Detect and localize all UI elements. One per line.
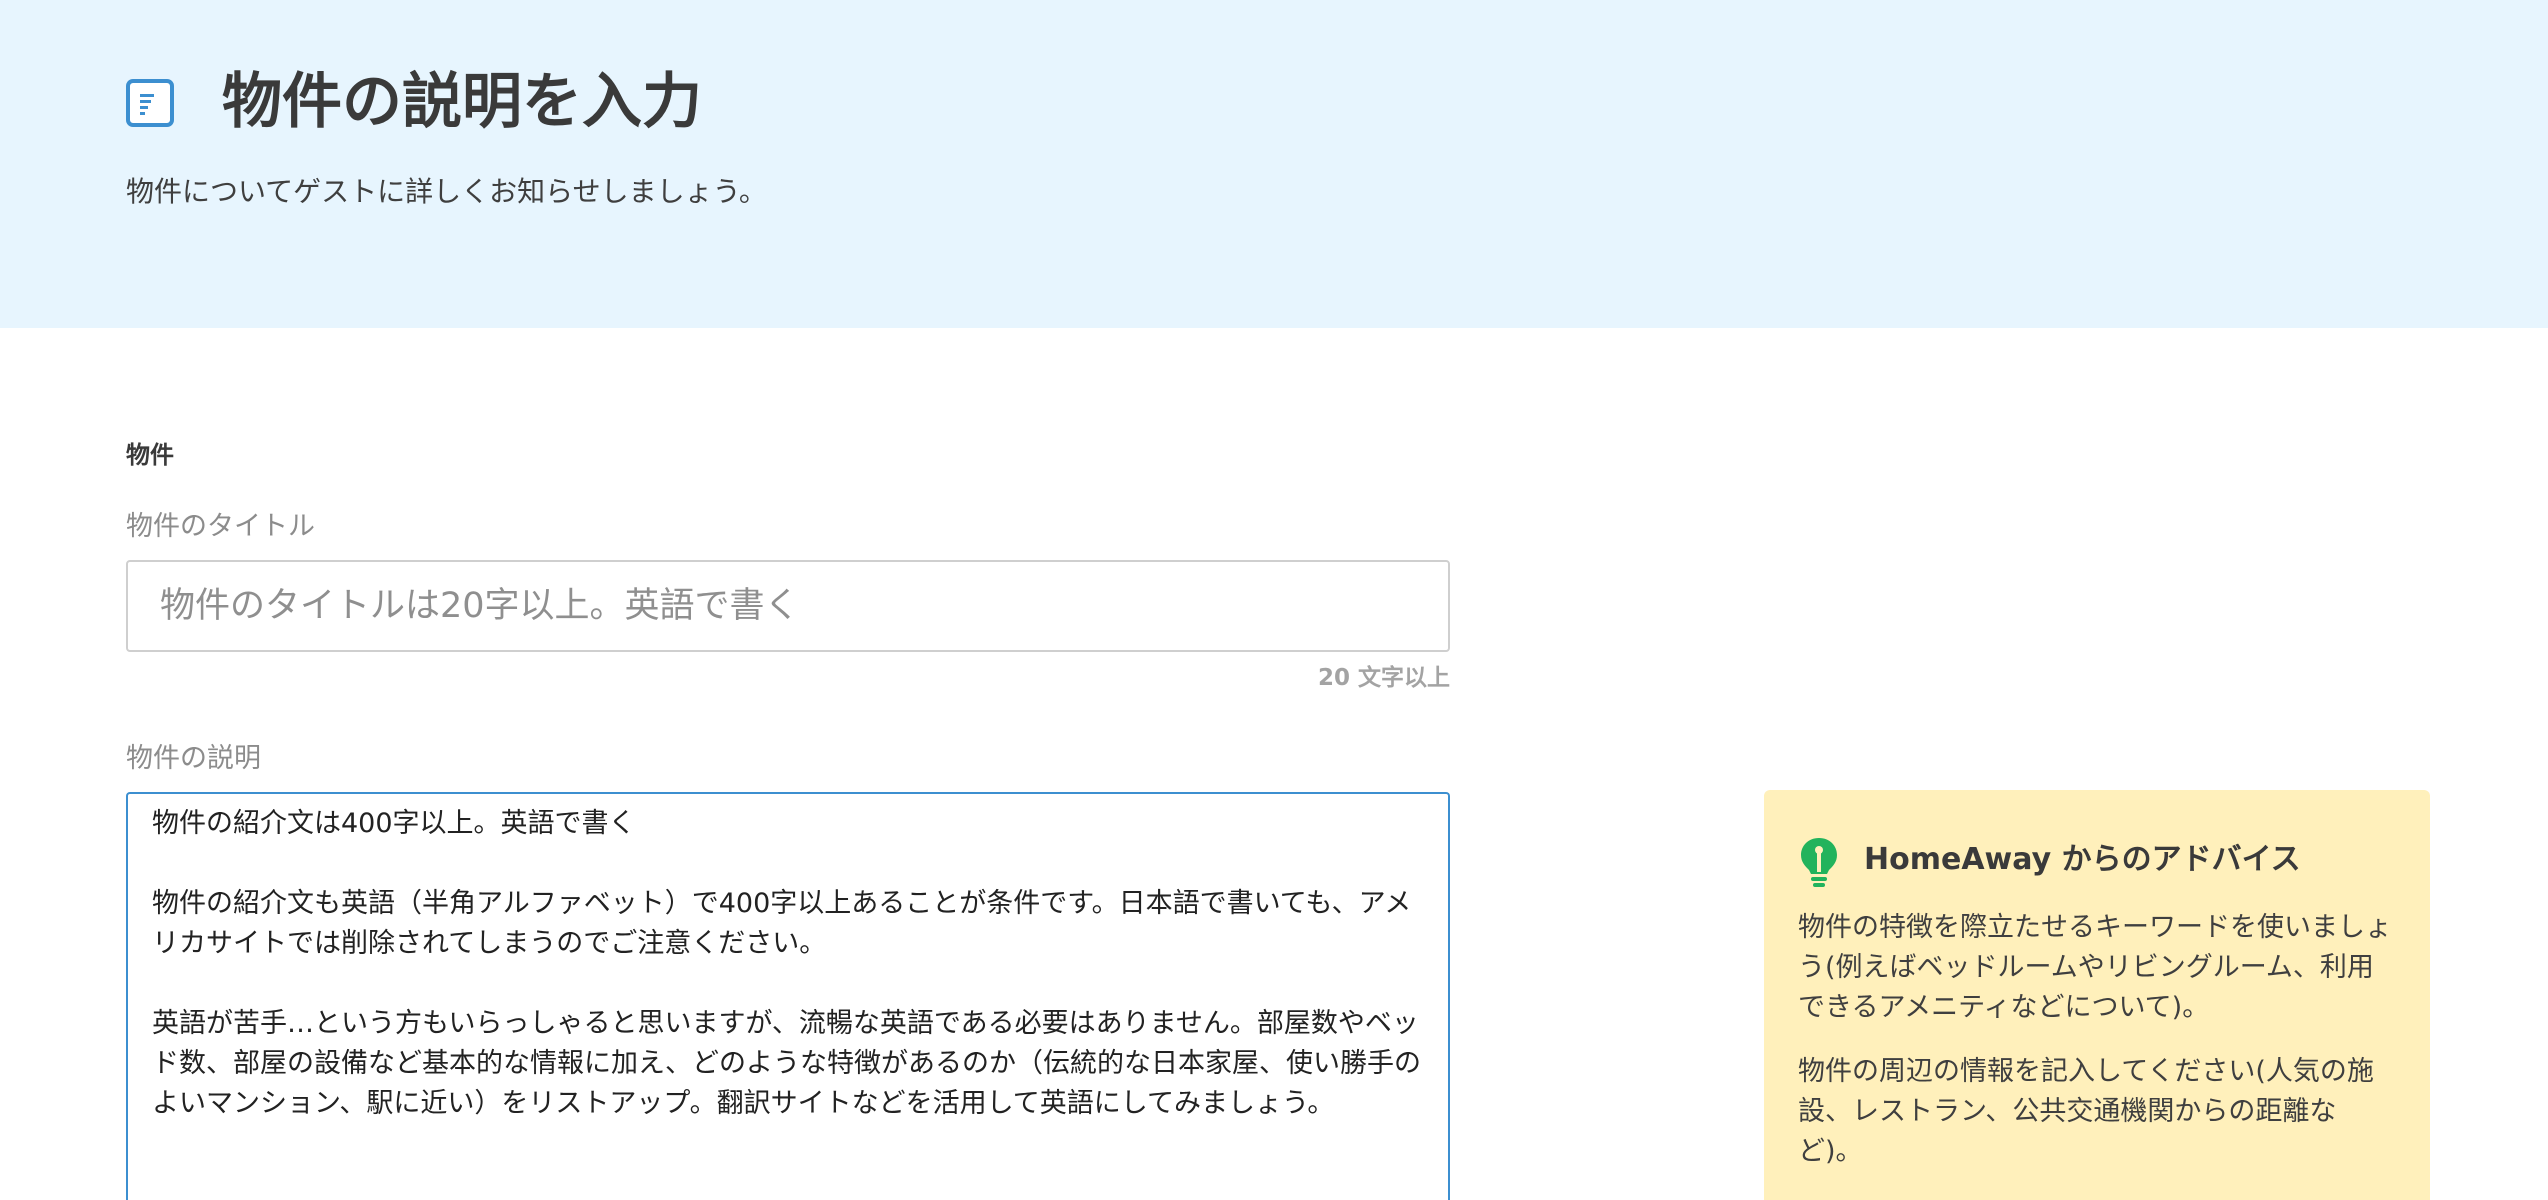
property-title-input[interactable] [126,560,1450,652]
title-field-label: 物件のタイトル [126,511,315,542]
advice-panel: HomeAway からのアドバイス 物件の特徴を際立たせるキーワードを使いましょ… [1764,790,2430,1200]
title-char-hint: 20 文字以上 [1317,665,1450,691]
property-description-textarea[interactable]: 物件の紹介文は400字以上。英語で書く 物件の紹介文も英語（半角アルファベット）… [126,792,1450,1200]
description-paragraph: 英語が苦手…という方もいらっしゃると思いますが、流暢な英語である必要はありません… [152,1008,1421,1119]
page-title: 物件の説明を入力 [222,67,702,137]
lightbulb-icon [1801,838,1837,887]
advice-title: HomeAway からのアドバイス [1864,842,2301,877]
advice-body: 物件の特徴を際立たせるキーワードを使いましょう(例えばベッドルームやリビングルー… [1798,908,2398,1196]
page: 物件の説明を入力 物件についてゲストに詳しくお知らせしましょう。 物件 物件のタ… [0,0,2548,1200]
document-icon [126,79,174,127]
description-paragraph: 物件の紹介文は400字以上。英語で書く [152,808,636,839]
advice-paragraph: 物件の周辺の情報を記入してください(人気の施設、レストラン、公共交通機関からの距… [1798,1056,2374,1167]
page-subtitle: 物件についてゲストに詳しくお知らせしましょう。 [126,175,767,208]
description-paragraph: 物件の紹介文も英語（半角アルファベット）で400字以上あることが条件です。日本語… [152,888,1412,959]
page-header: 物件の説明を入力 物件についてゲストに詳しくお知らせしましょう。 [0,0,2548,328]
section-label: 物件 [126,441,174,469]
description-field-label: 物件の説明 [126,743,261,774]
advice-paragraph: 物件の特徴を際立たせるキーワードを使いましょう(例えばベッドルームやリビングルー… [1798,912,2392,1023]
